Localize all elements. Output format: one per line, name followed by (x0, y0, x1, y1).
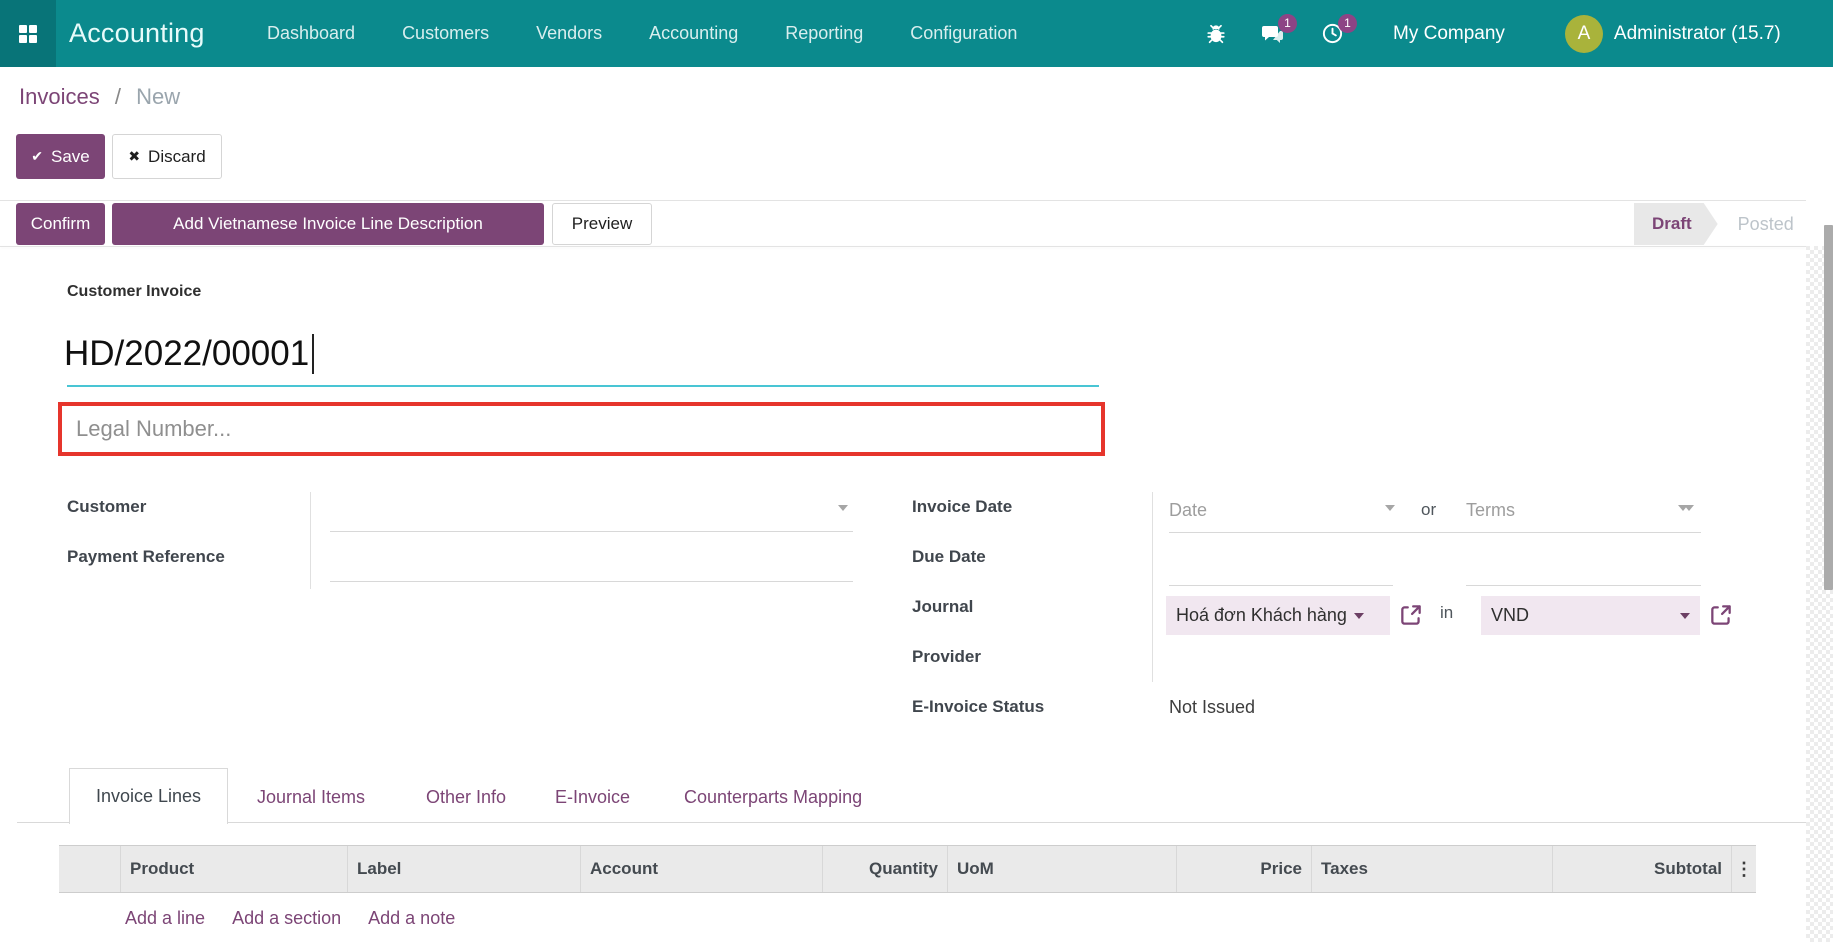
column-quantity: Quantity (822, 846, 947, 892)
journal-value: Hoá đơn Khách hàng (1176, 605, 1347, 626)
activities-clock-icon[interactable]: 1 (1319, 21, 1345, 47)
app-title: Accounting (69, 18, 205, 49)
breadcrumb-separator: / (115, 84, 121, 109)
main-menu: Dashboard Customers Vendors Accounting R… (267, 0, 1017, 67)
currency-select[interactable]: VND (1481, 596, 1700, 635)
apps-grid-icon (16, 22, 40, 46)
statusbar-top-border (0, 200, 1806, 201)
top-navbar: Accounting Dashboard Customers Vendors A… (0, 0, 1833, 67)
invoice-date-label: Invoice Date (912, 497, 1012, 517)
messages-badge: 1 (1278, 14, 1297, 33)
or-label: or (1421, 500, 1436, 520)
statusbar-bottom-border (0, 246, 1806, 247)
add-a-line-link[interactable]: Add a line (125, 908, 205, 929)
invoice-date-input[interactable] (1169, 532, 1701, 533)
provider-label: Provider (912, 647, 981, 667)
add-vietnamese-invoice-line-description-button[interactable]: Add Vietnamese Invoice Line Description (112, 203, 544, 245)
currency-external-link-icon[interactable] (1708, 602, 1734, 628)
breadcrumb-invoices-link[interactable]: Invoices (19, 84, 100, 109)
odoo-invoice-form-page: Accounting Dashboard Customers Vendors A… (0, 0, 1833, 942)
menu-item-reporting[interactable]: Reporting (785, 23, 863, 44)
tab-journal-items[interactable]: Journal Items (257, 787, 365, 808)
invoice-lines-table-header: Product Label Account Quantity UoM Price… (59, 845, 1756, 893)
menu-item-dashboard[interactable]: Dashboard (267, 23, 355, 44)
document-type-label: Customer Invoice (67, 283, 201, 301)
terms-dropdown-caret[interactable] (1678, 505, 1688, 511)
due-date-label: Due Date (912, 547, 986, 567)
preview-button[interactable]: Preview (552, 203, 652, 245)
column-product: Product (120, 846, 347, 892)
customer-input[interactable] (330, 531, 853, 532)
column-options: ⋮ (1731, 846, 1756, 892)
text-cursor (312, 334, 314, 374)
invoice-name-value: HD/2022/00001 (64, 334, 309, 374)
terms-input[interactable]: Terms (1466, 500, 1515, 521)
right-column-separator (1152, 492, 1153, 682)
save-button[interactable]: ✔ Save (16, 134, 105, 179)
user-menu[interactable]: Administrator (15.7) (1614, 23, 1781, 45)
tab-other-info[interactable]: Other Info (426, 787, 506, 808)
row-handle-column (59, 846, 120, 892)
terms-underline (1466, 585, 1701, 586)
customer-dropdown-caret[interactable] (838, 505, 848, 511)
menu-item-customers[interactable]: Customers (402, 23, 489, 44)
tab-counterparts-mapping[interactable]: Counterparts Mapping (684, 787, 862, 808)
in-label: in (1440, 603, 1453, 623)
tab-invoice-lines[interactable]: Invoice Lines (69, 768, 228, 824)
journal-label: Journal (912, 597, 973, 617)
column-price: Price (1176, 846, 1311, 892)
payment-reference-input[interactable] (330, 581, 853, 582)
menu-item-configuration[interactable]: Configuration (910, 23, 1017, 44)
activities-badge: 1 (1338, 14, 1357, 33)
due-date-underline (1169, 585, 1393, 586)
column-label: Label (347, 846, 580, 892)
breadcrumb-current: New (136, 84, 180, 109)
payment-reference-label: Payment Reference (67, 547, 225, 567)
check-icon: ✔ (31, 148, 43, 165)
column-subtotal: Subtotal (1552, 846, 1731, 892)
discard-button-label: Discard (148, 147, 206, 167)
add-a-section-link[interactable]: Add a section (232, 908, 341, 929)
state-draft[interactable]: Draft (1634, 203, 1718, 245)
add-a-note-link[interactable]: Add a note (368, 908, 455, 929)
column-uom: UoM (947, 846, 1176, 892)
left-column-separator (310, 492, 311, 589)
invoice-name-input[interactable]: HD/2022/00001 (64, 334, 314, 374)
legal-number-input[interactable] (62, 416, 1101, 442)
save-button-label: Save (51, 147, 90, 167)
vertical-scrollbar-thumb[interactable] (1824, 225, 1833, 590)
confirm-button[interactable]: Confirm (16, 203, 105, 245)
einvoice-status-label: E-Invoice Status (912, 697, 1044, 717)
apps-menu-button[interactable] (0, 0, 56, 67)
journal-caret-icon (1354, 613, 1364, 619)
discard-button[interactable]: ✖ Discard (112, 134, 222, 179)
journal-external-link-icon[interactable] (1398, 602, 1424, 628)
table-add-links: Add a line Add a section Add a note (125, 908, 455, 929)
due-date-date-input[interactable]: Date (1169, 500, 1207, 521)
currency-caret-icon (1680, 613, 1690, 619)
systray: 1 1 My Company A Administrator (15.7) (1203, 0, 1781, 67)
company-switcher[interactable]: My Company (1393, 23, 1505, 45)
state-posted[interactable]: Posted (1718, 203, 1800, 245)
tab-e-invoice[interactable]: E-Invoice (555, 787, 630, 808)
customer-label: Customer (67, 497, 146, 517)
focused-field-underline (67, 385, 1099, 387)
column-account: Account (580, 846, 822, 892)
legal-number-field-highlight (58, 402, 1105, 456)
cross-icon: ✖ (128, 148, 140, 165)
column-options-kebab-icon[interactable]: ⋮ (1735, 859, 1753, 880)
einvoice-status-value: Not Issued (1169, 697, 1255, 718)
journal-select[interactable]: Hoá đơn Khách hàng (1166, 596, 1390, 635)
due-date-dropdown-caret[interactable] (1385, 505, 1395, 511)
messages-icon[interactable]: 1 (1259, 21, 1285, 47)
user-avatar[interactable]: A (1565, 15, 1603, 53)
currency-value: VND (1491, 605, 1529, 626)
menu-item-vendors[interactable]: Vendors (536, 23, 602, 44)
debug-bug-icon[interactable] (1203, 21, 1229, 47)
column-taxes: Taxes (1311, 846, 1552, 892)
tabs-border (17, 822, 1806, 823)
breadcrumb: Invoices / New (19, 84, 180, 110)
menu-item-accounting[interactable]: Accounting (649, 23, 738, 44)
status-pipeline: Draft Posted (1634, 203, 1800, 245)
